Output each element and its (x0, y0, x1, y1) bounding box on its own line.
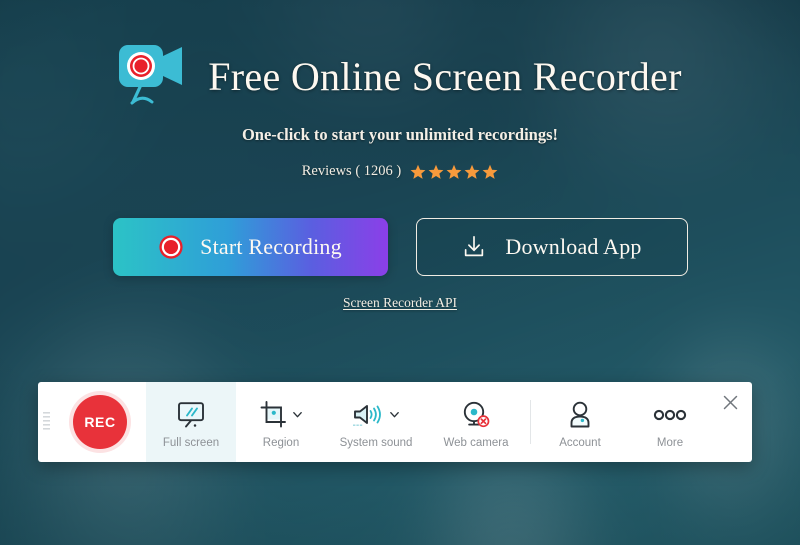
record-button-wrap: REC (54, 382, 146, 462)
drag-handle-icon[interactable] (38, 382, 54, 462)
star-icon (464, 164, 480, 179)
download-icon (465, 235, 484, 257)
monitor-glyph (178, 401, 204, 427)
star-icon (446, 164, 462, 179)
record-circle-icon (159, 235, 183, 259)
download-app-label: Download App (505, 234, 642, 259)
tool-system-sound-label: System sound (339, 436, 413, 449)
close-icon (723, 395, 737, 409)
webcam-disabled-icon (461, 400, 491, 430)
reviews-row: Reviews ( 1206 ) (302, 163, 498, 180)
rating-stars (410, 164, 498, 180)
star-icon (428, 164, 444, 179)
speaker-icon (352, 400, 400, 430)
video-record-logo-icon (119, 45, 183, 105)
close-button[interactable] (718, 390, 742, 414)
drag-handle-glyph (42, 412, 50, 430)
crop-region-icon (260, 400, 303, 430)
chevron-down-icon[interactable] (389, 409, 400, 420)
start-recording-label: Start Recording (200, 234, 342, 259)
ellipsis-icon (653, 400, 687, 430)
tool-full-screen[interactable]: Full screen (146, 382, 236, 462)
user-icon (567, 400, 593, 430)
app-screen: Free Online Screen Recorder One-click to… (0, 0, 800, 545)
tool-region-label: Region (262, 436, 300, 449)
tool-account-label: Account (559, 436, 601, 449)
tool-account[interactable]: Account (535, 382, 625, 462)
page-title: Free Online Screen Recorder (208, 53, 682, 99)
hero-section: Free Online Screen Recorder One-click to… (0, 0, 800, 545)
tool-region[interactable]: Region (236, 382, 326, 462)
tool-web-camera-label: Web camera (443, 436, 509, 449)
tool-full-screen-label: Full screen (162, 436, 220, 449)
reviews-label: Reviews ( 1206 ) (301, 163, 402, 179)
screen-recorder-api-link[interactable]: Screen Recorder API (343, 295, 457, 311)
download-app-button[interactable]: Download App (415, 218, 688, 276)
toolbar-divider (530, 400, 531, 444)
tool-web-camera[interactable]: Web camera (426, 382, 526, 462)
monitor-icon (176, 400, 206, 430)
tool-more-label: More (656, 436, 684, 449)
star-icon (410, 164, 426, 179)
tool-more[interactable]: More (625, 382, 715, 462)
user-glyph (570, 401, 590, 428)
webcam-glyph (463, 401, 490, 427)
title-row: Free Online Screen Recorder (118, 44, 681, 108)
tool-system-sound[interactable]: System sound (326, 382, 426, 462)
speaker-glyph (352, 404, 381, 426)
star-icon (482, 164, 498, 179)
recorder-toolbar: REC Full screen Region System sound Web … (38, 382, 752, 462)
chevron-down-icon[interactable] (292, 409, 303, 420)
rec-button[interactable]: REC (73, 395, 127, 449)
tagline: One-click to start your unlimited record… (241, 125, 559, 144)
crop-region-glyph (260, 401, 286, 428)
cta-row: Start Recording Download App (112, 218, 688, 276)
ellipsis-glyph (653, 409, 687, 420)
start-recording-button[interactable]: Start Recording (112, 218, 388, 276)
